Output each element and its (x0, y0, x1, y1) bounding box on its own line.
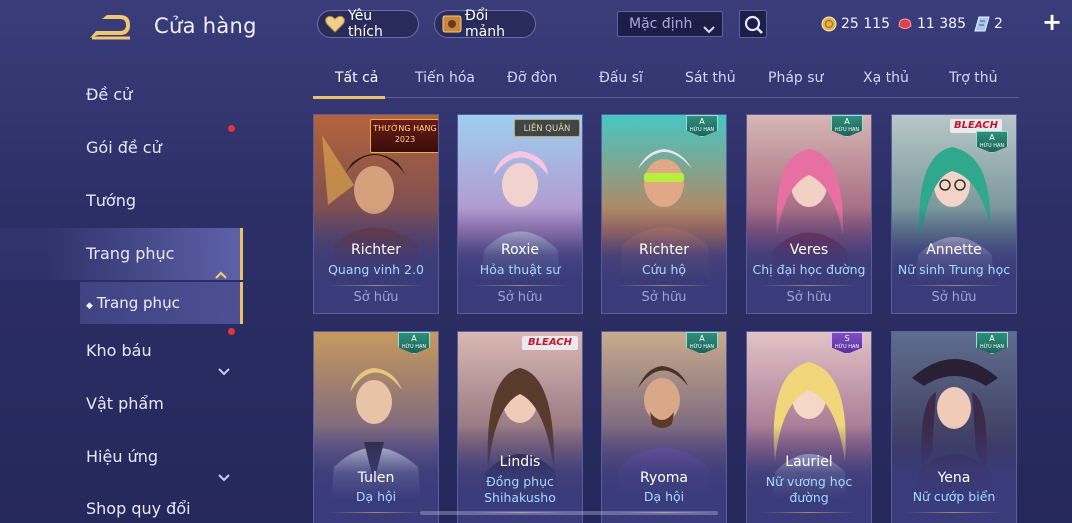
skin-name: Dạ hội (643, 489, 685, 504)
sidebar-item-label: Shop quy đổi (86, 499, 191, 518)
skin-name: Chị đại học đường (752, 262, 866, 277)
sidebar-item-skins[interactable]: Trang phục (0, 228, 243, 280)
page-title: Cửa hàng (154, 14, 257, 38)
sidebar: Đề cử Gói đề cử Tướng Trang phục ◆ Trang … (0, 60, 245, 523)
skin-card[interactable]: A HỮU HẠN Tulen Dạ hội (313, 331, 439, 523)
voucher-amount: 2 (994, 16, 1003, 32)
top-bar: Cửa hàng Yêu thích Đổi mảnh Mặc định 25 … (0, 0, 1072, 50)
sidebar-item-label: Tướng (86, 191, 136, 210)
hero-name: Ryoma (639, 470, 689, 486)
skin-card[interactable]: A HỮU HẠN Veres Chị đại học đường Sở hữu (746, 114, 872, 314)
ruby-gem-icon (897, 16, 913, 32)
sidebar-item-label: Vật phẩm (86, 394, 164, 413)
sidebar-item-effects[interactable]: Hiệu ứng (0, 431, 243, 483)
skin-name: Hỏa thuật sư (479, 262, 561, 277)
skin-name: Nữ vương học đường (765, 474, 853, 505)
notification-dot (228, 125, 235, 132)
fragment-chest-icon (441, 13, 463, 35)
heart-icon (324, 13, 346, 35)
owned-status: Sở hữu (353, 290, 399, 305)
search-icon (744, 15, 763, 34)
add-currency-button[interactable]: + (1042, 10, 1062, 34)
voucher-icon (974, 16, 990, 32)
sidebar-item-label: Kho báu (86, 341, 152, 360)
owned-status: Sở hữu (641, 290, 687, 305)
hero-name: Lauriel (785, 454, 833, 470)
skin-card[interactable]: BLEACH A HỮU HẠN Annette Nữ sinh Trung họ… (891, 114, 1017, 314)
sort-dropdown[interactable]: Mặc định (617, 11, 723, 37)
sidebar-item-featured-packs[interactable]: Gói đề cử (0, 122, 243, 174)
tab-evolution[interactable]: Tiến hóa (415, 70, 475, 86)
skin-card[interactable]: A HỮU HẠN Richter Cứu hộ Sở hữu (601, 114, 727, 314)
bullet-icon: ◆ (86, 301, 93, 311)
skin-name: Đồng phục Shihakusho (484, 474, 556, 505)
hero-name: Annette (926, 242, 982, 258)
hero-name: Roxie (500, 242, 540, 258)
gold-currency: 25 115 (821, 14, 890, 34)
chevron-down-icon (217, 452, 231, 482)
owned-status: Sở hữu (931, 290, 977, 305)
bleach-badge: BLEACH (950, 119, 1002, 133)
sidebar-subitem-skins[interactable]: ◆ Trang phục (80, 282, 243, 324)
tab-fighter[interactable]: Đấu sĩ (599, 70, 643, 86)
tab-support[interactable]: Trợ thủ (949, 70, 998, 86)
gold-coin-icon (821, 16, 837, 32)
tab-all[interactable]: Tất cả (335, 70, 378, 86)
back-icon[interactable] (86, 12, 134, 42)
chevron-up-icon (214, 249, 228, 279)
owned-status: Sở hữu (497, 290, 543, 305)
sidebar-item-label: Trang phục (86, 244, 175, 263)
skin-card[interactable]: S HỮU HẠN Lauriel Nữ vương học đường (746, 331, 872, 523)
ranked-season-badge: THƯỜNG HẠNG 2023 (370, 119, 438, 153)
skin-card[interactable]: A HỮU HẠN Ryoma Dạ hội (601, 331, 727, 523)
skin-card[interactable]: BLEACH Lindis Đồng phục Shihakusho (457, 331, 583, 523)
exchange-label: Đổi mảnh (465, 8, 505, 40)
scroll-indicator[interactable] (420, 511, 718, 515)
skin-name: Dạ hội (355, 489, 397, 504)
tab-mage[interactable]: Pháp sư (768, 70, 823, 86)
sidebar-item-label: Hiệu ứng (86, 447, 158, 466)
sidebar-item-heroes[interactable]: Tướng (0, 175, 243, 227)
favorites-label: Yêu thích (348, 8, 383, 40)
ruby-currency: 11 385 (897, 14, 966, 34)
chevron-down-icon (702, 19, 716, 34)
skin-card[interactable]: LIÊN QUÂN Roxie Hỏa thuật sư Sở hữu (457, 114, 583, 314)
tab-tank[interactable]: Đỡ đòn (507, 70, 557, 86)
hero-name: Richter (350, 242, 402, 258)
sidebar-item-label: Gói đề cử (86, 138, 162, 157)
favorites-button[interactable]: Yêu thích (317, 8, 419, 40)
skin-name: Nữ sinh Trung học (897, 262, 1011, 277)
sidebar-item-exchange-shop[interactable]: Shop quy đổi (0, 483, 243, 523)
sidebar-subitem-label: Trang phục (96, 294, 180, 312)
skin-card[interactable]: THƯỜNG HẠNG 2023 Richter Quang vinh 2.0 … (313, 114, 439, 314)
hero-name: Yena (937, 470, 971, 486)
bleach-badge: BLEACH (522, 336, 578, 350)
category-tabs: Tất cả Tiến hóa Đỡ đòn Đấu sĩ Sát thủ Ph… (313, 64, 1019, 99)
sidebar-item-featured[interactable]: Đề cử (0, 69, 243, 121)
hero-name: Richter (638, 242, 690, 258)
hero-name: Tulen (357, 470, 395, 486)
skin-name: Quang vinh 2.0 (328, 262, 424, 277)
exchange-fragments-button[interactable]: Đổi mảnh (434, 8, 536, 40)
sort-value: Mặc định (629, 16, 693, 32)
sidebar-item-items[interactable]: Vật phẩm (0, 378, 243, 430)
ruby-amount: 11 385 (917, 16, 966, 32)
owned-status: Sở hữu (786, 290, 832, 305)
voucher-currency: 2 (974, 14, 1003, 34)
skin-name: Cứu hộ (641, 262, 687, 277)
skin-card[interactable]: A HỮU HẠN Yena Nữ cướp biển (891, 331, 1017, 523)
lien-quan-badge: LIÊN QUÂN (514, 119, 580, 137)
chevron-down-icon (217, 346, 231, 376)
gold-amount: 25 115 (841, 16, 890, 32)
sidebar-item-label: Đề cử (86, 85, 133, 104)
skin-name: Nữ cướp biển (912, 489, 996, 504)
search-button[interactable] (739, 10, 767, 38)
hero-name: Veres (789, 242, 829, 258)
active-tab-indicator (313, 96, 385, 99)
chevron-down-icon (217, 504, 231, 514)
tab-marksman[interactable]: Xạ thủ (863, 70, 909, 86)
hero-name: Lindis (499, 454, 541, 470)
sidebar-item-treasure[interactable]: Kho báu (0, 325, 243, 377)
tab-assassin[interactable]: Sát thủ (685, 70, 736, 86)
